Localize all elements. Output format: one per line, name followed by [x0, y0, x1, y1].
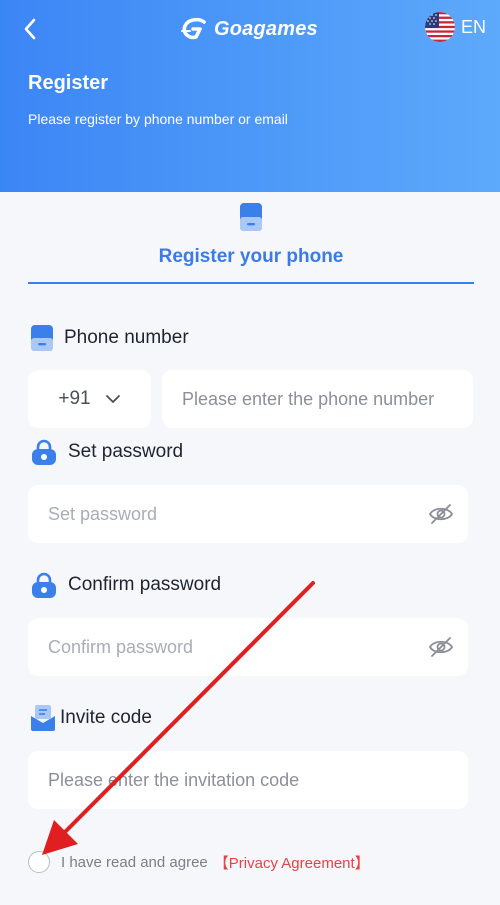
tab-label: Register your phone — [158, 246, 344, 267]
confirm-label-row: Confirm password — [30, 571, 221, 599]
invite-code-input[interactable] — [46, 768, 468, 792]
privacy-agreement-link[interactable]: 【Privacy Agreement】 — [214, 852, 370, 873]
invite-code-field[interactable] — [28, 751, 468, 809]
logo-icon — [181, 17, 206, 40]
confirm-label: Confirm password — [68, 574, 222, 595]
tab-underline — [28, 282, 474, 284]
back-button[interactable] — [16, 14, 46, 44]
page-subtitle: Please register by phone number or email — [28, 111, 288, 127]
phone-label: Phone number — [64, 327, 189, 348]
confirm-password-input[interactable] — [46, 635, 468, 659]
tab-register-phone[interactable]: Register your phone — [28, 196, 474, 284]
eye-off-icon[interactable] — [428, 501, 454, 527]
phone-label-row: Phone number — [30, 324, 189, 352]
language-selector[interactable]: EN — [424, 12, 486, 42]
us-flag-icon — [424, 12, 455, 42]
phone-input-field[interactable] — [162, 370, 473, 428]
phone-input[interactable] — [180, 387, 473, 411]
password-label: Set password — [68, 441, 184, 462]
language-label: EN — [460, 16, 486, 37]
country-code-value: +91 — [58, 388, 91, 409]
agreement-row: I have read and agree 【Privacy Agreement… — [28, 851, 370, 873]
agreement-text: I have read and agree — [61, 853, 208, 871]
phone-icon — [31, 325, 53, 351]
invite-label-row: Invite code — [30, 704, 152, 732]
password-field[interactable] — [28, 485, 468, 543]
chevron-down-icon — [105, 395, 120, 403]
lock-icon — [32, 572, 56, 598]
invite-icon — [31, 705, 55, 731]
eye-off-icon[interactable] — [428, 634, 454, 660]
chevron-left-icon — [24, 18, 36, 40]
password-label-row: Set password — [30, 438, 183, 466]
brand-name: Goagames — [214, 17, 318, 40]
agree-checkbox[interactable] — [28, 851, 50, 873]
header: Goagames EN Register Please register by … — [0, 0, 500, 192]
phone-icon — [240, 203, 262, 231]
password-input[interactable] — [46, 502, 468, 526]
lock-icon — [32, 439, 56, 465]
brand-logo: Goagames — [180, 12, 318, 46]
invite-label: Invite code — [60, 707, 152, 728]
country-code-select[interactable]: +91 — [28, 370, 151, 428]
page-title: Register — [28, 72, 109, 94]
confirm-password-field[interactable] — [28, 618, 468, 676]
